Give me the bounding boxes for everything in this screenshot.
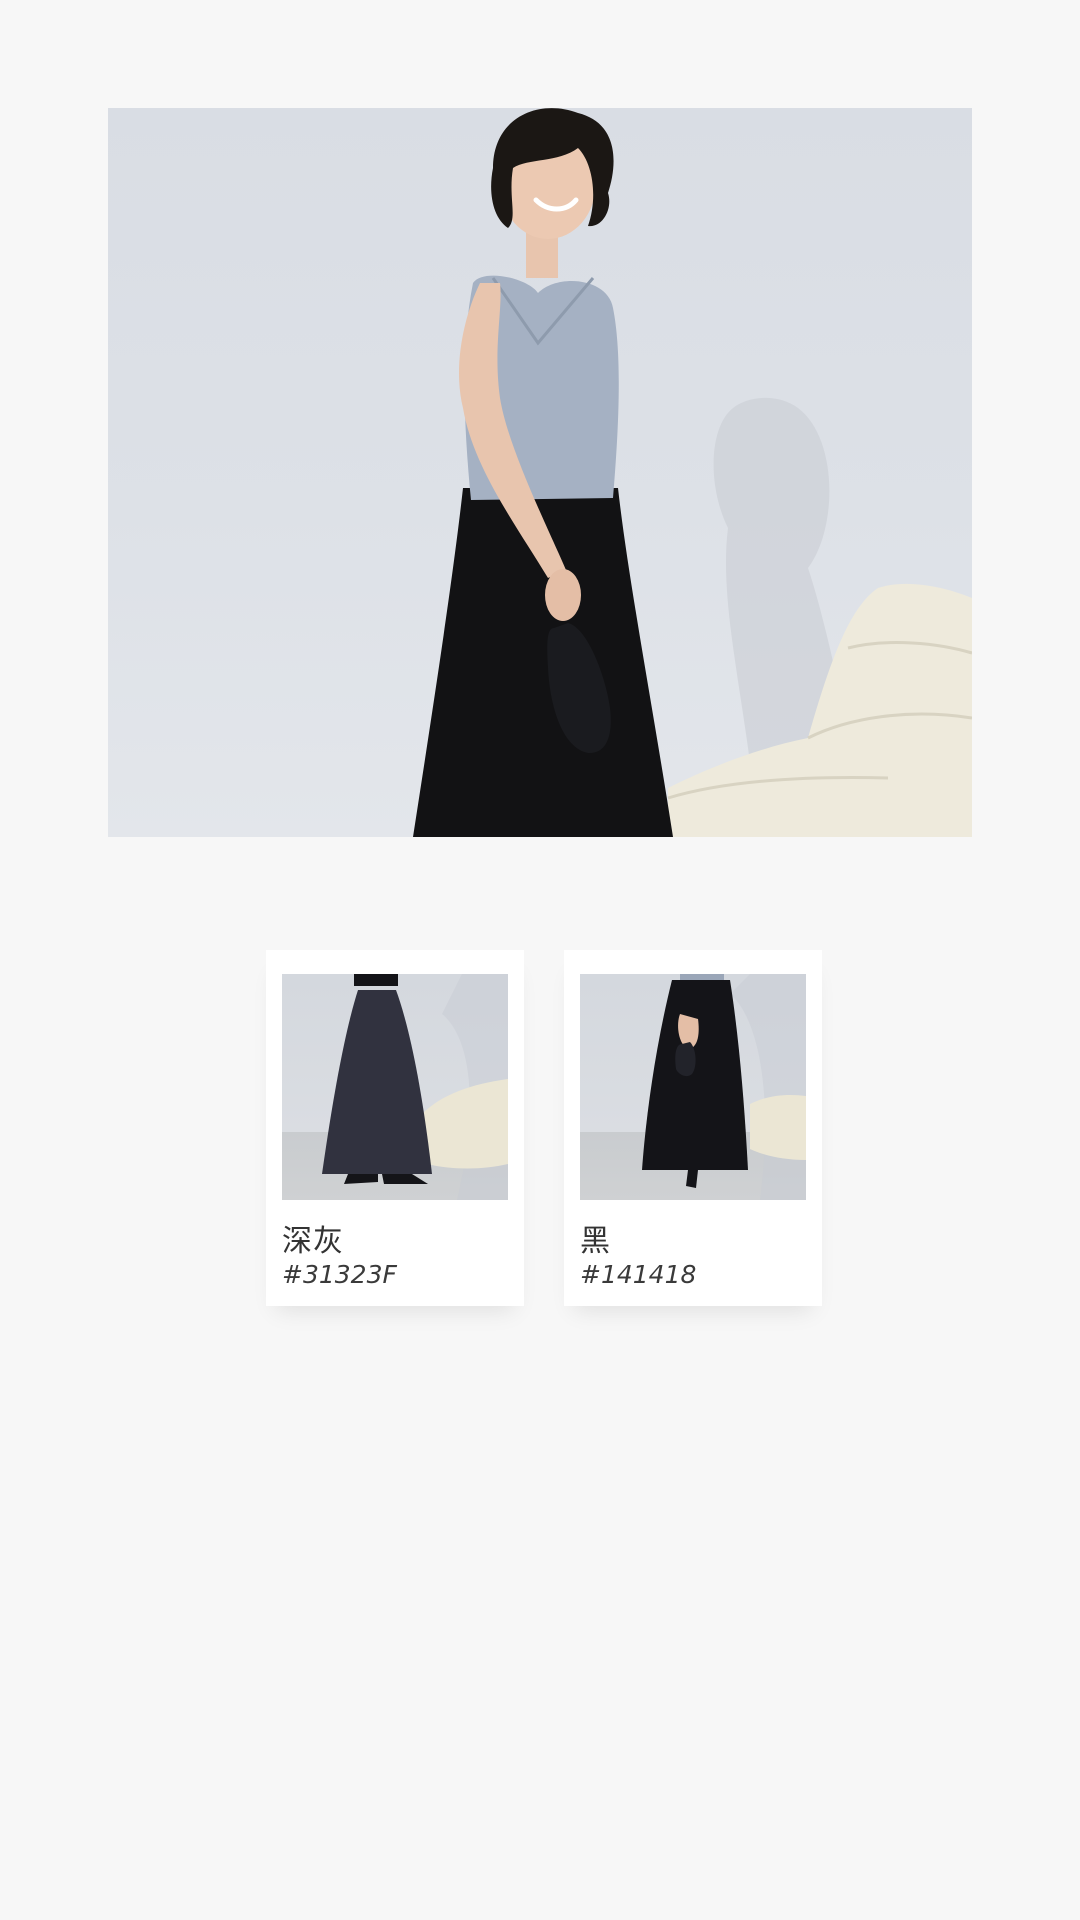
product-color-page: 深灰 #31323F 黑 #141418 (0, 0, 1080, 1920)
swatch-color-name: 深灰 (282, 1224, 344, 1259)
color-swatch-card-black[interactable]: 黑 #141418 (564, 950, 822, 1306)
skirt-thumbnail-illustration (642, 974, 806, 1200)
skirt-thumbnail-illustration (322, 974, 508, 1200)
swatch-color-hex: #141418 (580, 1260, 697, 1289)
swatch-color-name: 黑 (580, 1224, 611, 1259)
model-photo-illustration (413, 108, 972, 837)
color-swatch-card-dark-gray[interactable]: 深灰 #31323F (266, 950, 524, 1306)
swatch-thumbnail (580, 974, 806, 1200)
swatch-thumbnail (282, 974, 508, 1200)
hero-photo (108, 108, 972, 837)
swatch-color-hex: #31323F (282, 1260, 397, 1289)
